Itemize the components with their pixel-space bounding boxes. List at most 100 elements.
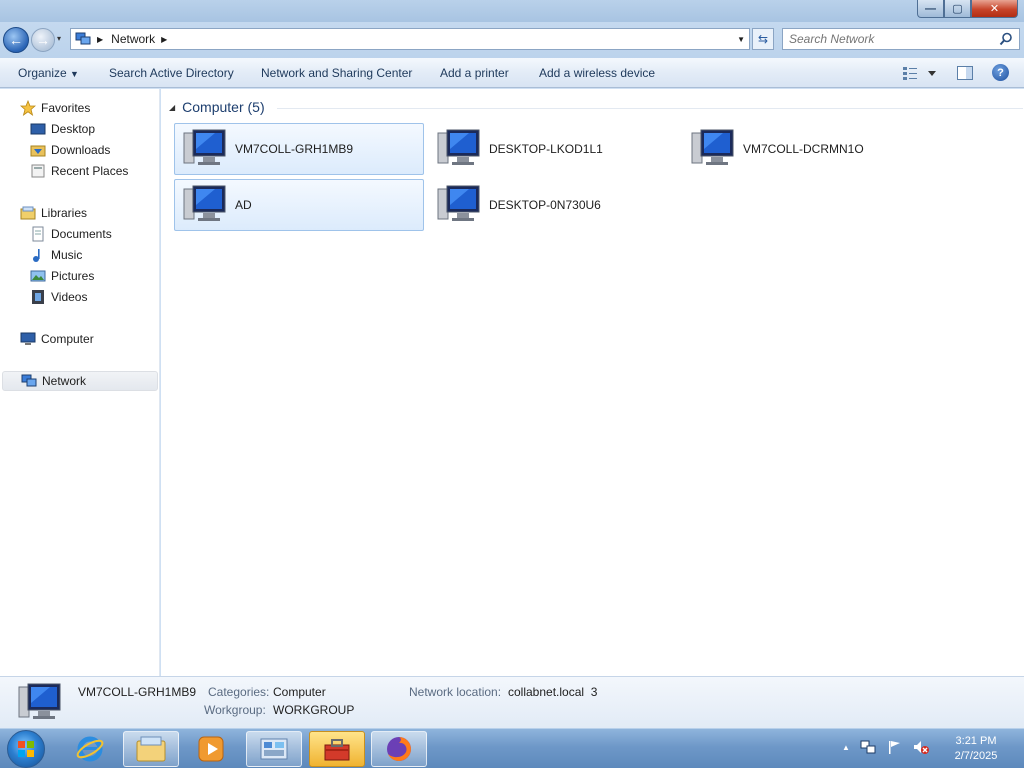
nav-network-label: Network [42, 374, 87, 388]
nav-recent-places[interactable]: Recent Places [30, 161, 128, 181]
computer-tile[interactable]: DESKTOP-LKOD1L1 [428, 123, 678, 175]
ie-icon [76, 736, 104, 762]
taskbar-internet-explorer[interactable] [62, 731, 118, 767]
control-panel-icon [260, 738, 288, 760]
system-tray: ▲ [842, 739, 930, 755]
network-location-value: collabnet.local 3 [508, 685, 598, 699]
details-pane: VM7COLL-GRH1MB9 Categories: Computer Wor… [0, 676, 1024, 728]
nav-favorites-label: Favorites [41, 101, 91, 115]
breadcrumb-chevron-icon[interactable]: ▶ [161, 35, 167, 44]
address-dropdown-icon[interactable]: ▼ [737, 35, 745, 44]
maximize-button[interactable]: ▢ [944, 0, 971, 18]
refresh-button[interactable]: ⇆ [752, 28, 774, 50]
nav-desktop[interactable]: Desktop [30, 119, 95, 139]
workgroup-value: WORKGROUP [273, 703, 355, 717]
recent-places-icon [31, 164, 45, 178]
organize-label: Organize [18, 66, 67, 80]
address-row: ← → ▾ ▶ Network ▶ ▼ ⇆ [0, 22, 1024, 58]
start-button[interactable] [7, 730, 45, 768]
nav-downloads[interactable]: Downloads [30, 140, 110, 160]
help-icon[interactable]: ? [992, 64, 1009, 81]
flag-icon[interactable] [886, 739, 902, 755]
computer-name: VM7COLL-DCRMN1O [743, 142, 864, 156]
nav-libraries[interactable]: Libraries [20, 203, 87, 223]
nav-music[interactable]: Music [30, 245, 82, 265]
computer-icon [18, 683, 61, 719]
computer-tile[interactable]: AD [174, 179, 424, 231]
categories-value: Computer [273, 685, 326, 699]
minimize-button[interactable]: — [917, 0, 944, 18]
command-bar: Organize ▼ Search Active Directory Netwo… [0, 58, 1024, 88]
forward-arrow-icon: → [36, 32, 50, 48]
close-button[interactable]: ✕ [971, 0, 1018, 18]
search-icon[interactable] [999, 32, 1013, 46]
taskbar-firefox[interactable] [371, 731, 427, 767]
taskbar-windows-explorer[interactable] [123, 731, 179, 767]
search-box[interactable] [782, 28, 1020, 50]
computer-tile[interactable]: DESKTOP-0N730U6 [428, 179, 678, 231]
computer-tile[interactable]: VM7COLL-DCRMN1O [682, 123, 932, 175]
taskbar-media-player[interactable] [183, 731, 239, 767]
recent-pages-dropdown[interactable]: ▾ [57, 34, 61, 43]
nav-network[interactable]: Network [2, 371, 158, 391]
desktop-icon [30, 123, 46, 135]
group-header-computer[interactable]: ◢ Computer (5) [169, 99, 1023, 115]
address-bar[interactable]: ▶ Network ▶ ▼ [70, 28, 750, 50]
computer-name: VM7COLL-GRH1MB9 [235, 142, 354, 156]
network-icon [21, 374, 37, 387]
nav-documents-label: Documents [51, 227, 112, 241]
network-location-label: Network location: [409, 685, 502, 699]
nav-music-label: Music [51, 248, 83, 262]
star-icon [20, 100, 36, 116]
explorer-icon [136, 736, 166, 762]
show-hidden-icons-button[interactable]: ▲ [842, 743, 850, 752]
back-arrow-icon: ← [9, 32, 23, 48]
preview-pane-button[interactable] [957, 65, 973, 84]
nav-downloads-label: Downloads [51, 143, 111, 157]
forward-button[interactable]: → [31, 28, 55, 52]
nav-favorites[interactable]: Favorites [20, 98, 90, 118]
window-controls: — ▢ ✕ [917, 0, 1018, 18]
search-input[interactable] [789, 32, 999, 46]
network-sharing-center-button[interactable]: Network and Sharing Center [261, 66, 412, 80]
add-wireless-device-button[interactable]: Add a wireless device [539, 66, 655, 80]
nav-computer[interactable]: Computer [20, 329, 94, 349]
computer-tile[interactable]: VM7COLL-GRH1MB9 [174, 123, 424, 175]
nav-pictures[interactable]: Pictures [30, 266, 94, 286]
music-icon [33, 249, 40, 262]
view-icon [903, 67, 936, 80]
breadcrumb-separator-icon[interactable]: ▶ [97, 35, 103, 44]
clock[interactable]: 3:21 PM 2/7/2025 [948, 734, 1004, 764]
network-status-icon[interactable] [860, 739, 876, 755]
pictures-icon [30, 270, 46, 282]
add-printer-button[interactable]: Add a printer [440, 66, 509, 80]
videos-icon [32, 290, 44, 304]
windows-logo-icon [18, 741, 34, 757]
nav-documents[interactable]: Documents [30, 224, 112, 244]
downloads-icon [30, 145, 46, 157]
search-active-directory-button[interactable]: Search Active Directory [109, 66, 234, 80]
toolbox-icon [324, 739, 350, 761]
organize-button[interactable]: Organize ▼ [18, 66, 79, 80]
collapse-triangle-icon[interactable]: ◢ [169, 103, 175, 112]
nav-videos[interactable]: Videos [30, 287, 87, 307]
computer-icon [437, 129, 480, 165]
taskbar: ▲ 3:21 PM 2/7/2025 [0, 728, 1024, 768]
workgroup-label: Workgroup: [204, 703, 266, 717]
media-player-icon [198, 736, 224, 762]
change-view-button[interactable] [902, 65, 938, 84]
nav-libraries-label: Libraries [41, 206, 88, 220]
clock-time: 3:21 PM [955, 735, 997, 747]
navigation-pane: Favorites Desktop Downloads Recent Place… [0, 89, 160, 676]
breadcrumb-network[interactable]: Network [111, 32, 155, 46]
computer-icon [183, 129, 226, 165]
nav-pictures-label: Pictures [51, 269, 95, 283]
computer-icon [437, 185, 480, 221]
back-button[interactable]: ← [3, 27, 29, 53]
computer-name: DESKTOP-0N730U6 [489, 198, 601, 212]
preview-pane-icon [957, 66, 973, 80]
taskbar-control-panel[interactable] [246, 731, 302, 767]
taskbar-toolbox[interactable] [309, 731, 365, 767]
speaker-muted-icon[interactable] [912, 739, 930, 755]
clock-date: 2/7/2025 [954, 750, 998, 762]
